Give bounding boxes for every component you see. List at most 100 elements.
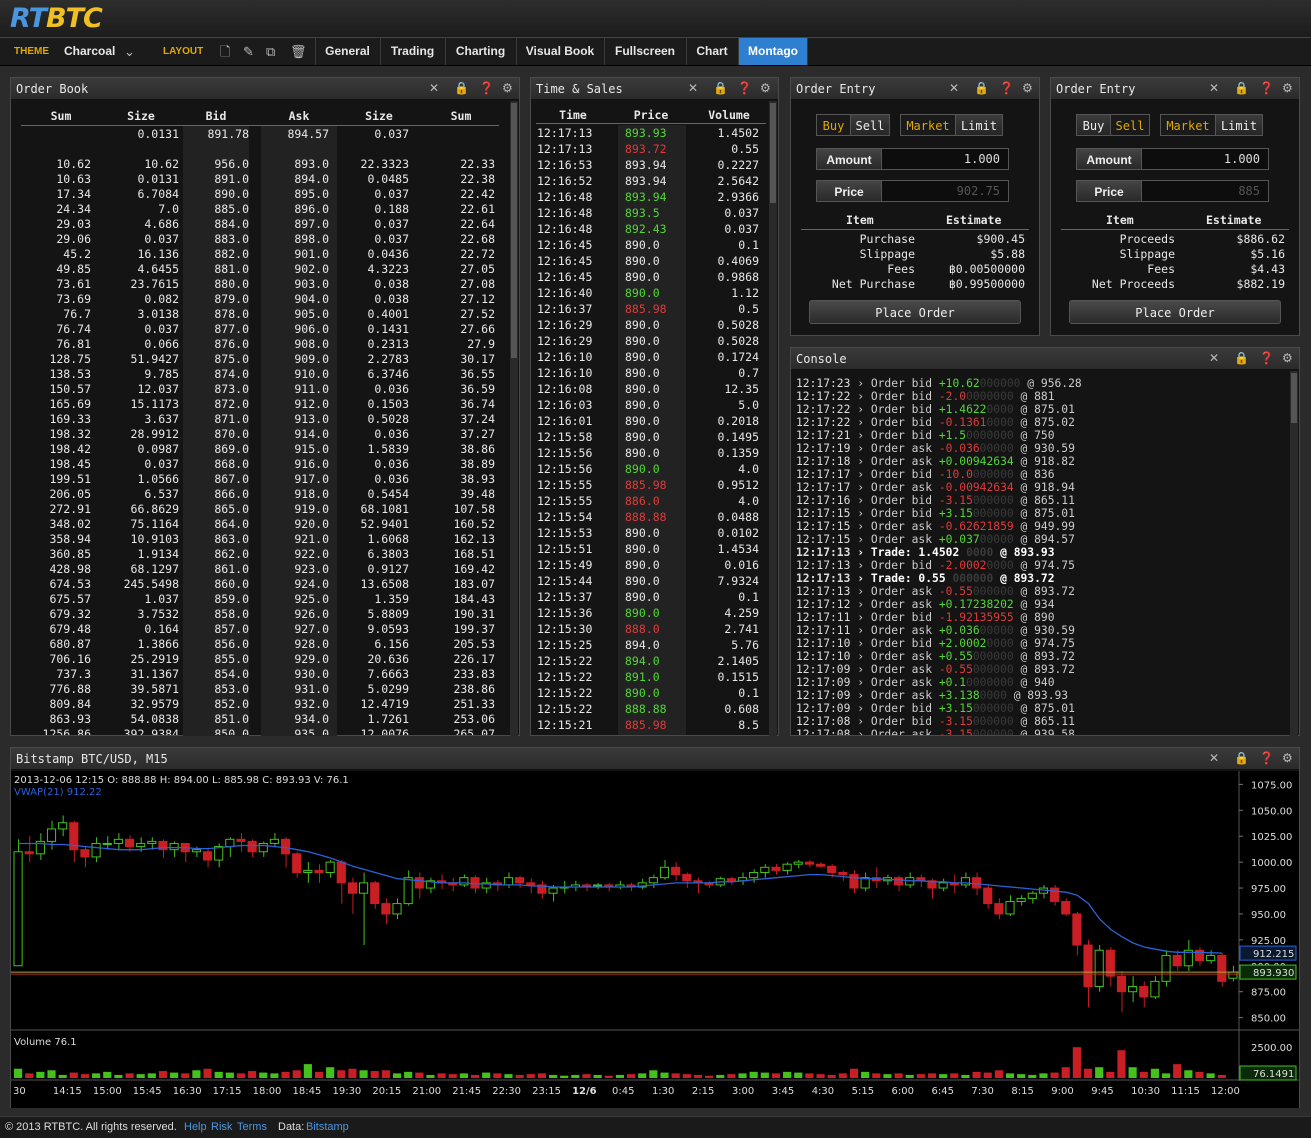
trade-row[interactable]: 12:16:08 890.0 12.35 — [531, 381, 778, 397]
tab-charting[interactable]: Charting — [445, 38, 515, 65]
price-field[interactable]: 885 — [1141, 180, 1269, 202]
col-bid[interactable]: Bid — [186, 109, 246, 123]
trade-row[interactable]: 12:16:01 890.0 0.2018 — [531, 413, 778, 429]
order-book-row[interactable]: 199.51 1.0566 867.0 917.0 0.036 38.93 — [11, 472, 519, 487]
order-book-row[interactable]: 358.94 10.9103 863.0 921.0 1.6068 162.13 — [11, 532, 519, 547]
theme-select[interactable]: Charcoal — [64, 38, 115, 65]
order-book-row[interactable]: 10.62 10.62 956.0 893.0 22.3323 22.33 — [11, 157, 519, 172]
tab-montago[interactable]: Montago — [738, 38, 808, 65]
trade-row[interactable]: 12:15:22 894.0 2.1405 — [531, 653, 778, 669]
trade-row[interactable]: 12:16:48 893.5 0.037 — [531, 205, 778, 221]
trade-row[interactable]: 12:15:56 890.0 4.0 — [531, 461, 778, 477]
trade-row[interactable]: 12:16:45 890.0 0.4069 — [531, 253, 778, 269]
order-book-row[interactable]: 679.48 0.164 857.0 927.0 9.0593 199.37 — [11, 622, 519, 637]
order-book-row[interactable]: 680.87 1.3866 856.0 928.0 6.156 205.53 — [11, 637, 519, 652]
order-book-row[interactable]: 776.88 39.5871 853.0 931.0 5.0299 238.86 — [11, 682, 519, 697]
order-book-row[interactable]: 76.7 3.0138 878.0 905.0 0.4001 27.52 — [11, 307, 519, 322]
trade-row[interactable]: 12:15:54 888.88 0.0488 — [531, 509, 778, 525]
order-book-row[interactable]: 679.32 3.7532 858.0 926.0 5.8809 190.31 — [11, 607, 519, 622]
order-book-row[interactable]: 706.16 25.2919 855.0 929.0 20.636 226.17 — [11, 652, 519, 667]
order-book-row[interactable]: 198.42 0.0987 869.0 915.0 1.5839 38.86 — [11, 442, 519, 457]
order-book-row[interactable]: 272.91 66.8629 865.0 919.0 68.1081 107.58 — [11, 502, 519, 517]
close-icon[interactable]: ✕ — [949, 81, 959, 95]
trade-row[interactable]: 12:15:22 888.88 0.608 — [531, 701, 778, 717]
help-link[interactable]: Help — [184, 1117, 207, 1137]
delete-layout-icon[interactable]: 🗑 — [290, 38, 307, 65]
buy-button[interactable]: Buy — [1076, 114, 1111, 136]
sell-button[interactable]: Sell — [1110, 114, 1150, 136]
sell-button[interactable]: Sell — [850, 114, 890, 136]
edit-layout-icon[interactable]: ✎ — [243, 38, 254, 65]
chevron-down-icon[interactable]: ⌄ — [124, 38, 135, 65]
close-icon[interactable]: ✕ — [1209, 81, 1219, 95]
order-book-row[interactable]: 675.57 1.037 859.0 925.0 1.359 184.43 — [11, 592, 519, 607]
new-layout-icon[interactable]: 🗋 — [220, 38, 230, 65]
order-book-row[interactable]: 165.69 15.1173 872.0 912.0 0.1503 36.74 — [11, 397, 519, 412]
col-sum-bid[interactable]: Sum — [31, 109, 91, 123]
trade-row[interactable]: 12:16:03 890.0 5.0 — [531, 397, 778, 413]
help-icon[interactable]: ❓ — [1259, 351, 1274, 365]
trade-row[interactable]: 12:17:13 893.93 1.4502 — [531, 125, 778, 141]
rtbtc-logo[interactable]: RTBTC — [10, 3, 103, 34]
copy-layout-icon[interactable]: ⧉ — [266, 38, 275, 65]
market-button[interactable]: Market — [1160, 114, 1216, 136]
order-book-row[interactable]: 198.45 0.037 868.0 916.0 0.036 38.89 — [11, 457, 519, 472]
limit-button[interactable]: Limit — [1215, 114, 1263, 136]
order-book-row[interactable]: 10.63 0.0131 891.0 894.0 0.0485 22.38 — [11, 172, 519, 187]
order-book-row[interactable]: 150.57 12.037 873.0 911.0 0.036 36.59 — [11, 382, 519, 397]
scrollbar[interactable] — [1290, 371, 1298, 736]
help-icon[interactable]: ❓ — [999, 81, 1014, 95]
limit-button[interactable]: Limit — [955, 114, 1003, 136]
order-book-row[interactable]: 138.53 9.785 874.0 910.0 6.3746 36.55 — [11, 367, 519, 382]
trade-row[interactable]: 12:16:10 890.0 0.7 — [531, 365, 778, 381]
order-book-row[interactable]: 206.05 6.537 866.0 918.0 0.5454 39.48 — [11, 487, 519, 502]
close-icon[interactable]: ✕ — [688, 81, 698, 95]
place-order-button[interactable]: Place Order — [1069, 300, 1281, 324]
order-book-row[interactable]: 29.06 0.037 883.0 898.0 0.037 22.68 — [11, 232, 519, 247]
trade-row[interactable]: 12:15:21 885.98 8.5 — [531, 717, 778, 733]
order-book-row[interactable]: 76.74 0.037 877.0 906.0 0.1431 27.66 — [11, 322, 519, 337]
trade-row[interactable]: 12:16:29 890.0 0.5028 — [531, 333, 778, 349]
trade-row[interactable]: 12:15:22 891.0 0.1515 — [531, 669, 778, 685]
trade-row[interactable]: 12:16:52 893.94 2.5642 — [531, 173, 778, 189]
gear-icon[interactable]: ⚙ — [1022, 81, 1033, 95]
help-icon[interactable]: ❓ — [737, 81, 752, 95]
gear-icon[interactable]: ⚙ — [1282, 751, 1293, 765]
col-volume[interactable]: Volume — [699, 108, 759, 122]
amount-field[interactable]: 1.000 — [881, 148, 1009, 170]
trade-row[interactable]: 12:16:45 890.0 0.9868 — [531, 269, 778, 285]
order-book-row[interactable]: 76.81 0.066 876.0 908.0 0.2313 27.9 — [11, 337, 519, 352]
order-book-row[interactable]: 49.85 4.6455 881.0 902.0 4.3223 27.05 — [11, 262, 519, 277]
close-icon[interactable]: ✕ — [1209, 751, 1219, 765]
data-source-link[interactable]: Bitstamp — [306, 1117, 349, 1137]
scrollbar[interactable] — [510, 101, 518, 736]
gear-icon[interactable]: ⚙ — [760, 81, 771, 95]
tab-trading[interactable]: Trading — [380, 38, 444, 65]
trade-row[interactable]: 12:16:53 893.94 0.2227 — [531, 157, 778, 173]
order-book-row[interactable]: 17.34 6.7084 890.0 895.0 0.037 22.42 — [11, 187, 519, 202]
order-book-row[interactable]: 198.32 28.9912 870.0 914.0 0.036 37.27 — [11, 427, 519, 442]
col-time[interactable]: Time — [543, 108, 603, 122]
order-book-row[interactable]: 24.34 7.0 885.0 896.0 0.188 22.61 — [11, 202, 519, 217]
trade-row[interactable]: 12:15:55 886.0 4.0 — [531, 493, 778, 509]
trade-row[interactable]: 12:16:48 892.43 0.037 — [531, 221, 778, 237]
close-icon[interactable]: ✕ — [429, 81, 439, 95]
order-book-row[interactable]: 73.61 23.7615 880.0 903.0 0.038 27.08 — [11, 277, 519, 292]
trade-row[interactable]: 12:15:58 890.0 0.1495 — [531, 429, 778, 445]
trade-row[interactable]: 12:15:51 890.0 1.4534 — [531, 541, 778, 557]
order-book-row[interactable]: 428.98 68.1297 861.0 923.0 0.9127 169.42 — [11, 562, 519, 577]
lock-icon[interactable]: 🔒 — [974, 81, 989, 95]
scrollbar[interactable] — [769, 101, 777, 736]
tab-general[interactable]: General — [315, 38, 379, 65]
trade-row[interactable]: 12:16:29 890.0 0.5028 — [531, 317, 778, 333]
col-size-bid[interactable]: Size — [111, 109, 171, 123]
trade-row[interactable]: 12:15:25 894.0 5.76 — [531, 637, 778, 653]
trade-row[interactable]: 12:15:37 890.0 0.1 — [531, 589, 778, 605]
order-book-row[interactable]: 45.2 16.136 882.0 901.0 0.0436 22.72 — [11, 247, 519, 262]
lock-icon[interactable]: 🔒 — [1234, 351, 1249, 365]
gear-icon[interactable]: ⚙ — [1282, 81, 1293, 95]
buy-button[interactable]: Buy — [816, 114, 851, 136]
order-book-row[interactable]: 1256.86 392.9384 850.0 935.0 12.0076 265.07 — [11, 727, 519, 735]
lock-icon[interactable]: 🔒 — [713, 81, 728, 95]
trade-row[interactable]: 12:16:40 890.0 1.12 — [531, 285, 778, 301]
